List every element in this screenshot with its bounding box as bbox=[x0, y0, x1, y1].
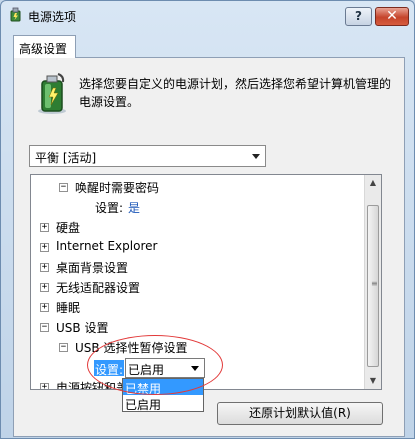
scroll-up-arrow-icon[interactable]: ▲ bbox=[365, 175, 381, 191]
restore-plan-defaults-button[interactable]: 还原计划默认值(R) bbox=[217, 402, 383, 425]
collapse-icon[interactable]: − bbox=[59, 343, 68, 352]
expand-icon[interactable]: + bbox=[40, 223, 49, 232]
tree-item-label: 桌面背景设置 bbox=[56, 261, 129, 275]
tree-item-label: 硬盘 bbox=[56, 221, 81, 235]
expand-icon[interactable]: + bbox=[40, 263, 49, 272]
help-button[interactable]: ? bbox=[345, 7, 372, 26]
tree-item-label: USB 选择性暂停设置 bbox=[75, 341, 188, 355]
tab-advanced-settings[interactable]: 高级设置 bbox=[13, 35, 76, 58]
tree-item-label: Internet Explorer bbox=[56, 239, 158, 253]
expand-icon[interactable]: + bbox=[40, 383, 49, 389]
tree-item-label: 睡眠 bbox=[56, 301, 81, 315]
expand-icon[interactable]: + bbox=[40, 283, 49, 292]
power-plan-select[interactable]: 平衡 [活动] bbox=[29, 145, 266, 167]
power-plan-value: 平衡 [活动] bbox=[35, 151, 97, 165]
tree-item-label: 无线适配器设置 bbox=[56, 281, 141, 295]
setting-value-link[interactable]: 是 bbox=[128, 199, 140, 216]
collapse-icon[interactable]: − bbox=[59, 183, 68, 192]
close-button[interactable]: ✕ bbox=[375, 7, 409, 26]
intro-description: 选择您要自定义的电源计划，然后选择您希望计算机管理的电源设置。 bbox=[79, 77, 392, 109]
expand-icon[interactable]: + bbox=[40, 243, 49, 252]
usb-suspend-options-list[interactable]: 已禁用 已启用 bbox=[122, 378, 204, 412]
power-options-icon bbox=[10, 7, 21, 22]
option-enabled[interactable]: 已启用 bbox=[123, 395, 203, 412]
usb-suspend-setting-label: 设置: bbox=[94, 360, 125, 377]
usb-suspend-dropdown[interactable]: 已启用 bbox=[125, 358, 205, 378]
tree-item-label: USB 设置 bbox=[56, 321, 109, 335]
expand-icon[interactable]: + bbox=[40, 303, 49, 312]
scroll-down-arrow-icon[interactable]: ▼ bbox=[365, 373, 381, 389]
title-bar[interactable]: 电源选项 ? ✕ bbox=[1, 1, 414, 29]
collapse-icon[interactable]: − bbox=[40, 323, 49, 332]
settings-tree[interactable]: − 唤醒时需要密码 设置: 是 + 硬盘 + Internet Explorer… bbox=[30, 174, 382, 390]
battery-power-icon bbox=[38, 73, 66, 114]
power-options-window: 电源选项 ? ✕ 高级设置 选择您要自定义的电源计划，然后选择您希望计算机管理的… bbox=[0, 0, 415, 439]
scrollbar-thumb[interactable]: ≡ bbox=[367, 205, 379, 367]
vertical-scrollbar[interactable]: ▲ ≡ ▼ bbox=[364, 175, 381, 389]
grip-icon: ≡ bbox=[371, 279, 378, 288]
usb-suspend-selected-value: 已启用 bbox=[128, 363, 165, 377]
chevron-down-icon bbox=[252, 154, 260, 159]
tree-item-label: 设置: bbox=[95, 201, 124, 215]
chevron-down-icon[interactable] bbox=[191, 366, 199, 371]
option-disabled[interactable]: 已禁用 bbox=[123, 379, 203, 396]
window-title: 电源选项 bbox=[28, 10, 77, 24]
tree-item-label: 唤醒时需要密码 bbox=[75, 181, 160, 195]
